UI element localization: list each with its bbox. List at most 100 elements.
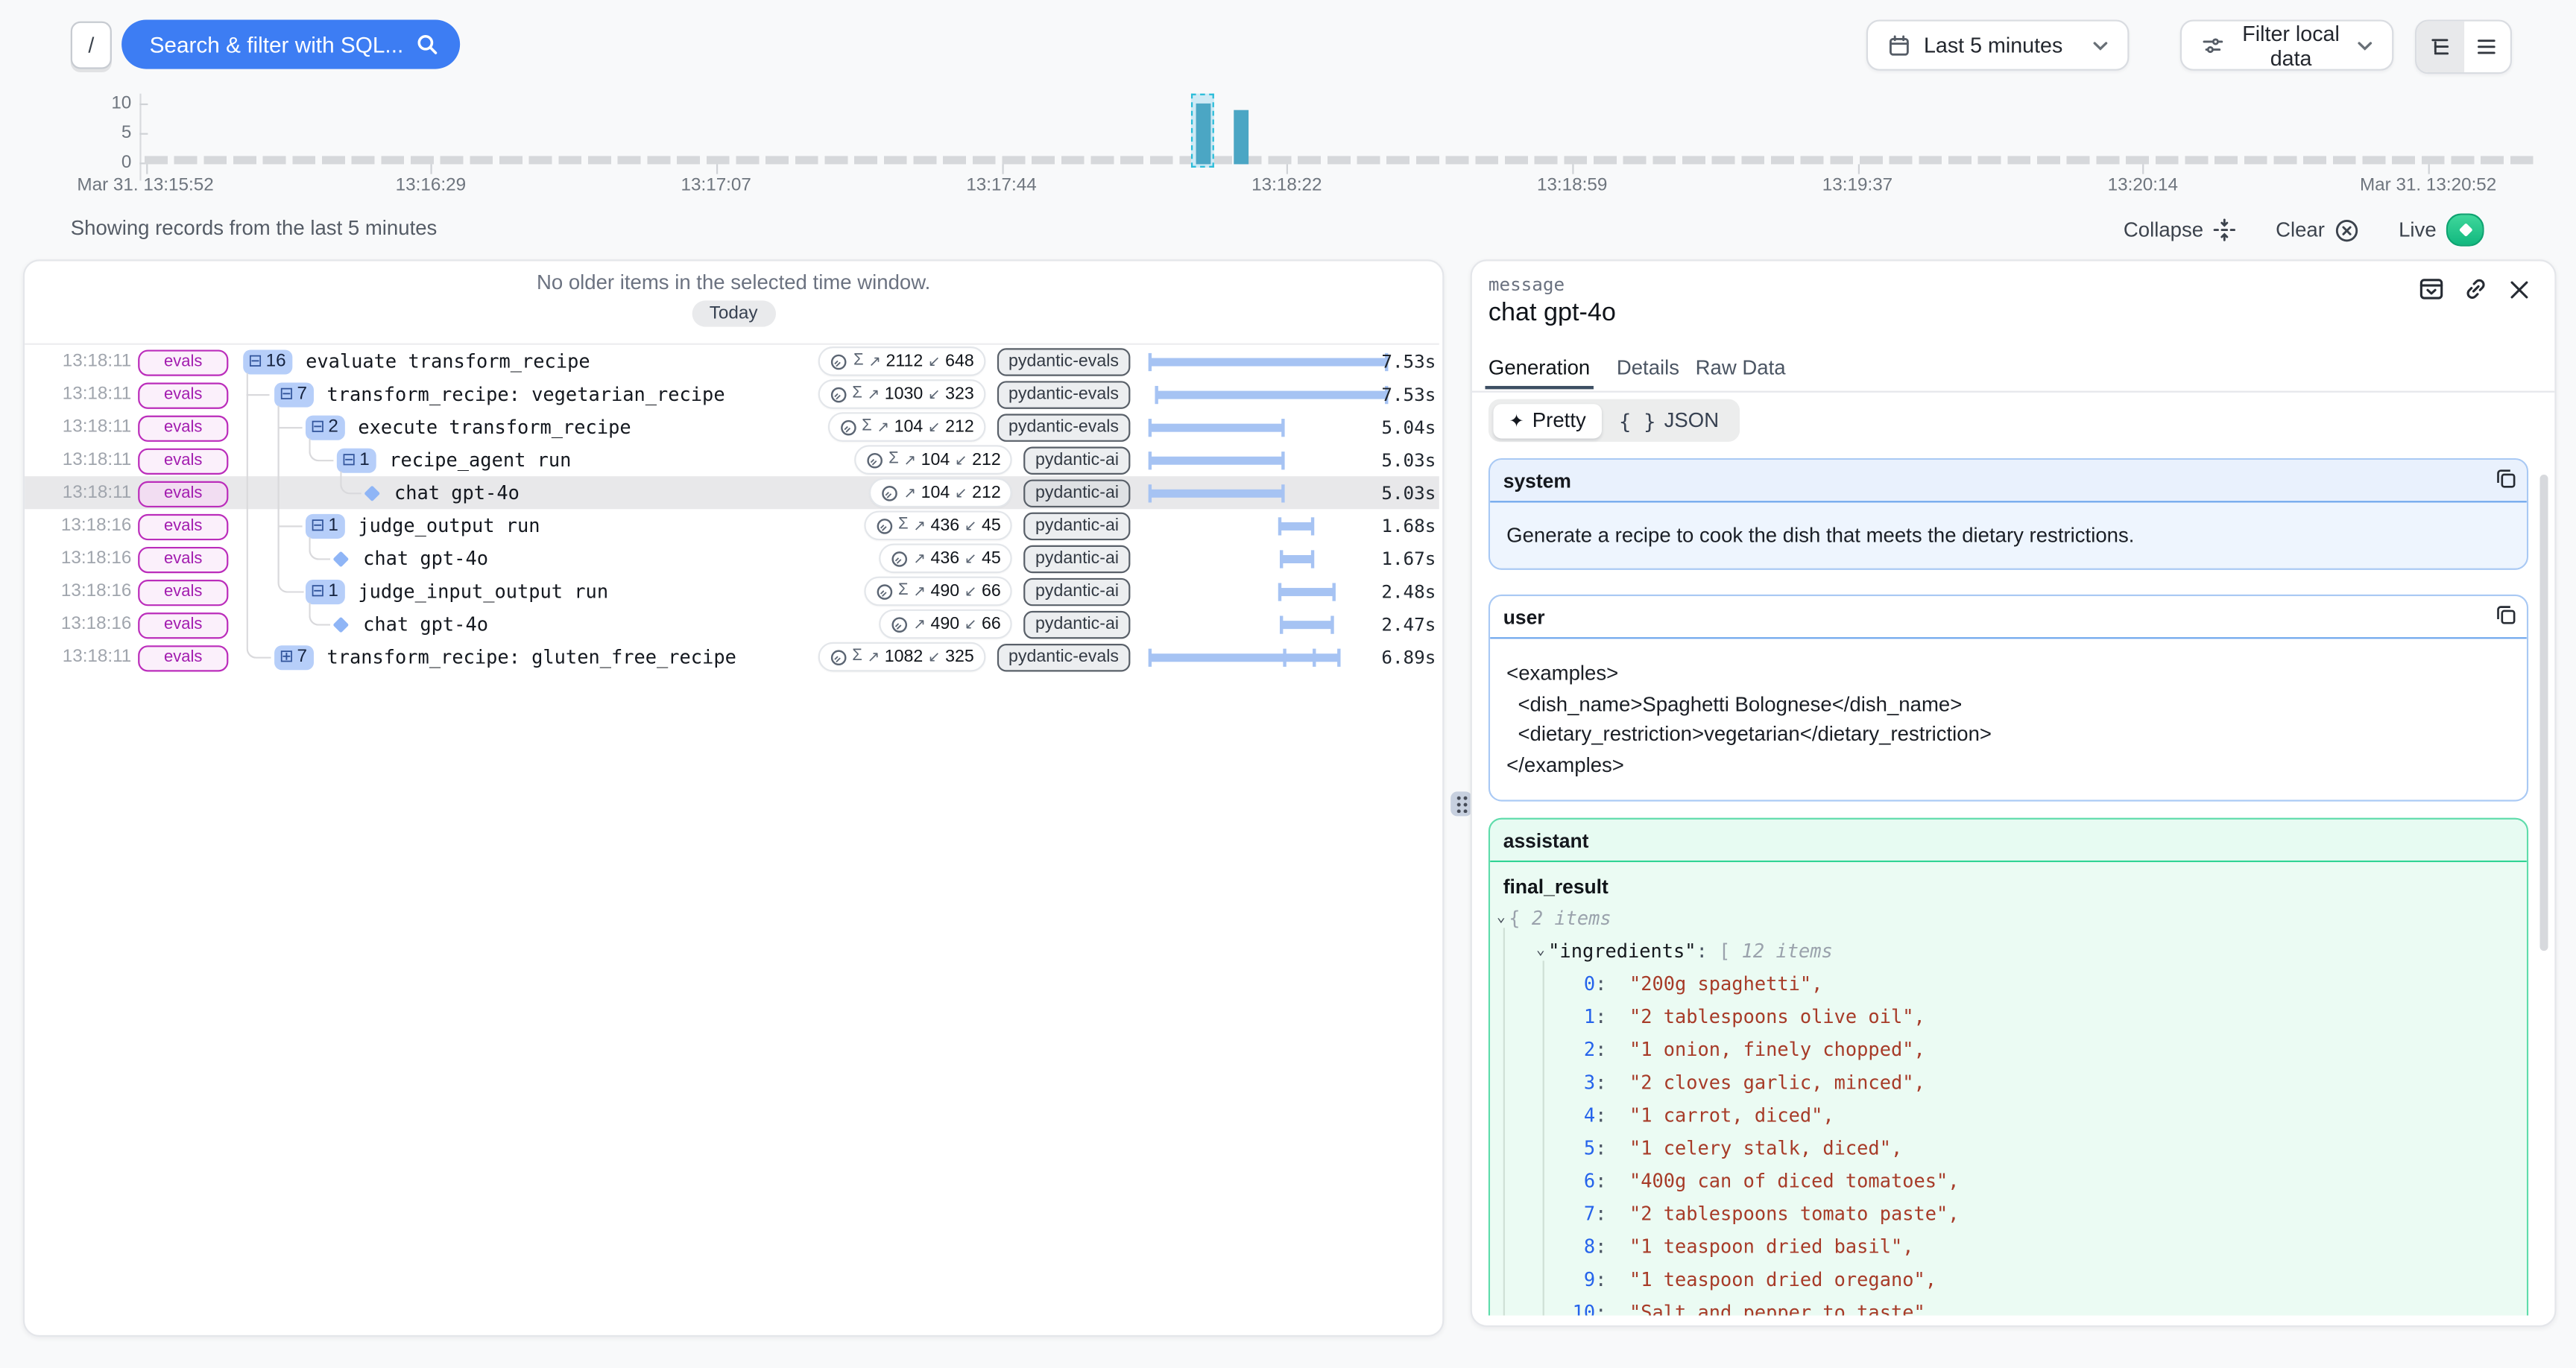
evals-tag[interactable]: evals bbox=[138, 349, 228, 375]
tree-list-icon bbox=[2429, 36, 2451, 57]
trace-row[interactable]: 13:18:16evalschat gpt-4o↗436↙45pydantic-… bbox=[25, 542, 1439, 574]
open-in-tray-button[interactable] bbox=[2418, 276, 2444, 302]
x-axis-label: 13:20:14 bbox=[2108, 176, 2178, 195]
row-meta: Σ↗490↙66 pydantic-ai bbox=[864, 577, 1131, 605]
array-index: 7 bbox=[1562, 1202, 1595, 1225]
trace-row[interactable]: 13:18:11evals⊟7transform_recipe: vegetar… bbox=[25, 378, 1439, 411]
trace-row[interactable]: 13:18:16evals⊟1judge_output runΣ↗436↙45p… bbox=[25, 509, 1439, 542]
filter-icon bbox=[2201, 34, 2224, 57]
filter-value: Filter local data bbox=[2238, 21, 2344, 70]
trace-row[interactable]: 13:18:16evalschat gpt-4o↗490↙66pydantic-… bbox=[25, 608, 1439, 641]
search-icon bbox=[416, 33, 439, 56]
histogram-bar[interactable] bbox=[1196, 104, 1211, 165]
user-role-label: user bbox=[1503, 605, 1545, 628]
json-line: 0: "200g spaghetti", bbox=[1490, 967, 2527, 1000]
collapse-toggle-badge[interactable]: ⊞7 bbox=[274, 645, 314, 669]
live-label: Live bbox=[2399, 218, 2437, 241]
aggregate-sigma-icon: Σ bbox=[898, 583, 909, 599]
copy-button[interactable] bbox=[2496, 604, 2517, 626]
collapse-button[interactable]: Collapse bbox=[2124, 218, 2236, 241]
slash-shortcut-key[interactable]: / bbox=[71, 22, 112, 69]
copy-button[interactable] bbox=[2496, 468, 2517, 490]
duration-bar bbox=[1150, 423, 1284, 431]
tree-view-button[interactable] bbox=[2416, 22, 2463, 72]
x-axis-label: Mar 31. 13:15:52 bbox=[77, 176, 213, 195]
copy-link-button[interactable] bbox=[2463, 276, 2489, 302]
messages-scroll-area[interactable]: system Generate a recipe to cook the dis… bbox=[1472, 445, 2554, 1315]
trace-row[interactable]: 13:18:11evals⊟16evaluate transform_recip… bbox=[25, 345, 1439, 378]
evals-tag[interactable]: evals bbox=[138, 481, 228, 507]
scrollbar-thumb[interactable] bbox=[2540, 475, 2548, 951]
tree-connector bbox=[277, 523, 302, 526]
list-view-button[interactable] bbox=[2463, 22, 2510, 72]
duration-bar bbox=[1281, 554, 1313, 563]
package-tag[interactable]: pydantic-evals bbox=[997, 347, 1131, 375]
duration-bar-track bbox=[1145, 542, 1392, 574]
collapse-toggle-badge[interactable]: ⊟1 bbox=[306, 513, 345, 538]
package-tag[interactable]: pydantic-evals bbox=[997, 380, 1131, 408]
trace-rows: 13:18:11evals⊟16evaluate transform_recip… bbox=[25, 343, 1439, 674]
x-axis-label: Mar 31. 13:20:52 bbox=[2360, 176, 2496, 195]
evals-tag[interactable]: evals bbox=[138, 381, 228, 408]
row-meta: Σ↗104↙212pydantic-evals bbox=[827, 413, 1131, 440]
x-axis-label: 13:18:59 bbox=[1537, 176, 1607, 195]
filter-local-data-select[interactable]: Filter local data bbox=[2180, 19, 2394, 70]
package-tag[interactable]: pydantic-ai bbox=[1024, 545, 1131, 572]
evals-tag[interactable]: evals bbox=[138, 645, 228, 671]
row-duration: 1.67s bbox=[1381, 548, 1436, 569]
panel-splitter[interactable] bbox=[1442, 259, 1468, 1323]
evals-tag[interactable]: evals bbox=[138, 612, 228, 638]
package-tag[interactable]: pydantic-evals bbox=[997, 413, 1131, 440]
search-button[interactable]: Search & filter with SQL... bbox=[121, 19, 460, 69]
tokens-coin-icon bbox=[830, 352, 848, 370]
collapse-toggle-badge[interactable]: ⊟7 bbox=[274, 381, 314, 406]
row-meta: ↗436↙45pydantic-ai bbox=[879, 545, 1130, 572]
close-panel-button[interactable] bbox=[2507, 276, 2531, 302]
trace-row[interactable]: 13:18:11evalschat gpt-4o↗104↙212pydantic… bbox=[25, 476, 1439, 509]
input-tokens-arrow-icon: ↗ bbox=[903, 452, 916, 467]
input-tokens-arrow-icon: ↗ bbox=[913, 551, 926, 566]
tab-raw-data[interactable]: Raw Data bbox=[1696, 356, 1786, 379]
x-axis-tick bbox=[1287, 164, 1288, 174]
child-count: 2 bbox=[328, 417, 338, 437]
today-button[interactable]: Today bbox=[692, 300, 776, 326]
tree-connector bbox=[247, 373, 271, 659]
evals-tag[interactable]: evals bbox=[138, 579, 228, 605]
json-token: : bbox=[1696, 940, 1720, 963]
pretty-mode-button[interactable]: ✦ Pretty bbox=[1492, 403, 1602, 437]
collapse-toggle-badge[interactable]: ⊟16 bbox=[243, 349, 292, 373]
trace-row[interactable]: 13:18:16evals⊟1judge_input_output runΣ↗4… bbox=[25, 574, 1439, 607]
chevron-down-icon bbox=[2093, 40, 2108, 50]
package-tag[interactable]: pydantic-ai bbox=[1024, 512, 1131, 539]
tab-generation[interactable]: Generation bbox=[1489, 356, 1590, 379]
live-toggle[interactable]: Live bbox=[2399, 214, 2484, 247]
trace-row[interactable]: 13:18:11evals⊞7transform_recipe: gluten_… bbox=[25, 641, 1439, 674]
evals-tag[interactable]: evals bbox=[138, 546, 228, 572]
evals-tag[interactable]: evals bbox=[138, 415, 228, 441]
json-mode-button[interactable]: { } JSON bbox=[1603, 403, 1735, 437]
package-tag[interactable]: pydantic-ai bbox=[1024, 478, 1131, 506]
y-axis-tick bbox=[139, 133, 148, 135]
collapse-toggle-badge[interactable]: ⊟2 bbox=[306, 415, 345, 440]
activity-histogram[interactable]: 1050Mar 31. 13:15:5213:16:2913:17:0713:1… bbox=[0, 86, 2576, 200]
tab-details[interactable]: Details bbox=[1617, 356, 1679, 379]
trace-row[interactable]: 13:18:11evals⊟2execute transform_recipeΣ… bbox=[25, 411, 1439, 443]
expand-node-icon: ⊞ bbox=[280, 648, 294, 665]
clear-button[interactable]: Clear bbox=[2276, 218, 2359, 242]
collapse-toggle-badge[interactable]: ⊟1 bbox=[306, 579, 345, 604]
histogram-bar[interactable] bbox=[1234, 110, 1249, 165]
evals-tag[interactable]: evals bbox=[138, 513, 228, 539]
package-tag[interactable]: pydantic-ai bbox=[1024, 577, 1131, 605]
token-usage-pill: Σ↗490↙66 bbox=[864, 577, 1012, 607]
trace-row[interactable]: 13:18:11evals⊟1recipe_agent runΣ↗104↙212… bbox=[25, 443, 1439, 476]
collapse-toggle-badge[interactable]: ⊟1 bbox=[337, 448, 376, 472]
token-usage-pill: ↗104↙212 bbox=[869, 478, 1012, 507]
row-tree-cell: chat gpt-4o bbox=[243, 608, 488, 641]
child-count: 7 bbox=[297, 647, 308, 666]
drag-handle-icon[interactable] bbox=[1450, 791, 1472, 816]
package-tag[interactable]: pydantic-ai bbox=[1024, 610, 1131, 638]
evals-tag[interactable]: evals bbox=[138, 448, 228, 474]
package-tag[interactable]: pydantic-evals bbox=[997, 643, 1131, 671]
package-tag[interactable]: pydantic-ai bbox=[1024, 446, 1131, 473]
time-range-select[interactable]: Last 5 minutes bbox=[1866, 19, 2130, 70]
